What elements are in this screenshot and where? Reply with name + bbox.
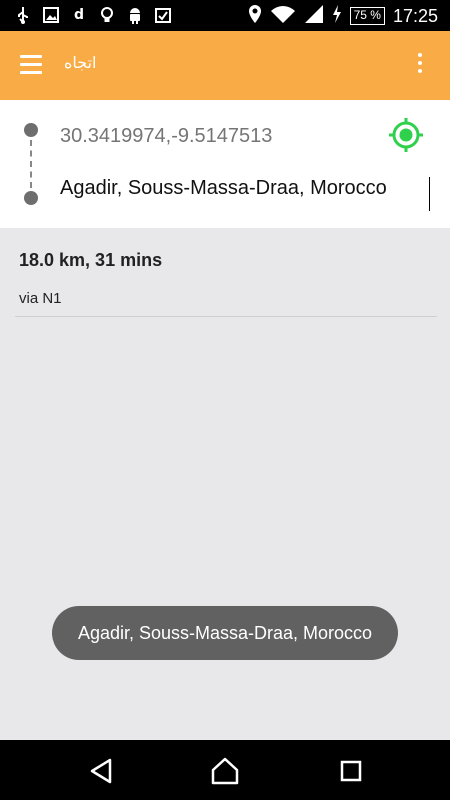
wifi-icon <box>270 4 296 28</box>
destination-dot <box>24 191 38 205</box>
app-toolbar: اتجاه <box>0 31 450 100</box>
menu-icon[interactable] <box>20 55 42 75</box>
d-icon: d <box>73 7 85 23</box>
my-location-button[interactable] <box>388 117 424 153</box>
image-icon <box>42 6 60 24</box>
route-connector-line <box>30 140 32 188</box>
route-result-item[interactable]: 18.0 km, 31 mins via N1 <box>0 228 450 318</box>
home-icon[interactable] <box>210 756 240 786</box>
overflow-menu-icon[interactable] <box>416 53 424 77</box>
lightbulb-icon <box>98 6 116 24</box>
status-bar: d 75 % 17:25 <box>0 0 450 31</box>
notification-icons: d <box>14 6 172 24</box>
toast-message: Agadir, Souss-Massa-Draa, Morocco <box>52 606 398 660</box>
route-input-card: Agadir, Souss-Massa-Draa, Morocco <box>0 100 450 228</box>
system-indicators: 75 % 17:25 <box>248 4 438 28</box>
status-time: 17:25 <box>392 5 438 26</box>
android-icon <box>126 6 144 24</box>
charging-icon <box>332 5 342 27</box>
crosshair-icon <box>389 118 423 152</box>
route-via: via N1 <box>19 290 62 307</box>
back-icon[interactable] <box>86 756 116 786</box>
destination-input[interactable]: Agadir, Souss-Massa-Draa, Morocco <box>60 177 430 211</box>
route-summary: 18.0 km, 31 mins <box>19 250 163 270</box>
battery-indicator: 75 % <box>349 7 385 25</box>
app-title: اتجاه <box>64 53 97 72</box>
origin-input[interactable] <box>60 121 360 151</box>
location-icon <box>248 4 262 28</box>
system-nav-bar <box>0 740 450 800</box>
list-divider <box>15 316 437 317</box>
recent-apps-icon[interactable] <box>336 756 366 786</box>
clipboard-check-icon <box>154 6 172 24</box>
origin-dot <box>24 123 38 137</box>
signal-icon <box>304 4 324 28</box>
usb-icon <box>14 6 32 24</box>
